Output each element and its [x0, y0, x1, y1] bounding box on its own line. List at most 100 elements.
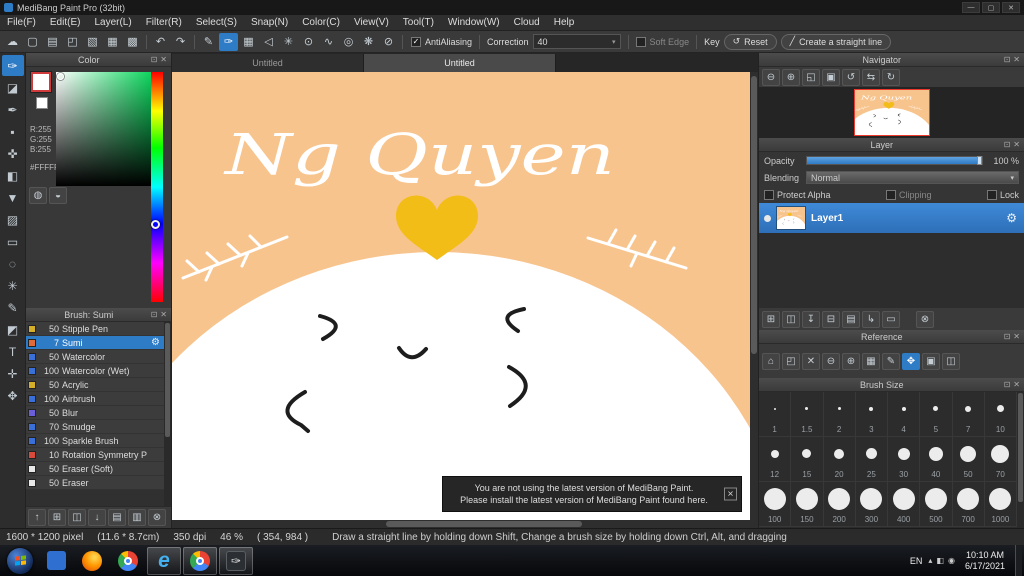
folder-icon[interactable]: ▤: [108, 509, 126, 526]
brush-size-item[interactable]: 2: [823, 392, 856, 437]
move-layer-icon[interactable]: ↳: [862, 310, 880, 328]
cloud-icon[interactable]: ☁: [3, 33, 22, 51]
ref-zoom-out-icon[interactable]: ⊖: [822, 352, 840, 370]
snap-radial-icon[interactable]: ❋: [359, 33, 378, 51]
rotate-left-icon[interactable]: ↺: [842, 68, 860, 86]
taskbar-clock[interactable]: 10:10 AM 6/17/2021: [961, 550, 1009, 572]
brush-size-item[interactable]: 500: [920, 482, 953, 527]
float-panel-icon[interactable]: ⊡: [1004, 380, 1011, 389]
menu-item-snapn[interactable]: Snap(N): [244, 15, 295, 30]
soft-edge-checkbox[interactable]: [635, 36, 646, 47]
tray-expand-icon[interactable]: ▴: [928, 556, 932, 565]
brush-size-item[interactable]: 150: [791, 482, 824, 527]
gradient-tool[interactable]: ▨: [2, 209, 24, 230]
move-tool[interactable]: ✜: [2, 143, 24, 164]
ref-crop-icon[interactable]: ▣: [922, 352, 940, 370]
snap-off-icon[interactable]: ⊘: [379, 33, 398, 51]
layer-row-layer1[interactable]: Layer1 ⚙: [759, 203, 1024, 233]
float-panel-icon[interactable]: ⊡: [1004, 332, 1011, 341]
zoom-actual-icon[interactable]: ▣: [822, 68, 840, 86]
antialiasing-checkbox[interactable]: ✓: [411, 36, 421, 47]
brush-size-item[interactable]: 1.5: [791, 392, 824, 437]
float-panel-icon[interactable]: ⊡: [151, 310, 158, 319]
canvas-artwork[interactable]: Ng Quyen: [172, 72, 750, 520]
snap-grid-icon[interactable]: ▦: [239, 33, 258, 51]
canvas-vertical-scrollbar[interactable]: [750, 72, 758, 520]
layer-settings-icon[interactable]: ⚙: [1006, 211, 1017, 225]
menu-item-cloud[interactable]: Cloud: [507, 15, 547, 30]
brush-size-item[interactable]: 70: [984, 437, 1017, 482]
hand-tool[interactable]: ✥: [2, 385, 24, 406]
snap-vanishing-icon[interactable]: ⊙: [299, 33, 318, 51]
saturation-value-picker[interactable]: [56, 72, 156, 186]
menu-item-colorc[interactable]: Color(C): [295, 15, 347, 30]
show-desktop-button[interactable]: [1015, 545, 1022, 576]
dot-tool[interactable]: ▪: [2, 121, 24, 142]
taskbar-app-chrome-2[interactable]: [183, 546, 217, 575]
scrollbar-thumb[interactable]: [751, 76, 757, 354]
maximize-button[interactable]: ▢: [982, 2, 1000, 13]
brush-tool[interactable]: ✑: [1, 55, 24, 76]
menu-item-filterr[interactable]: Filter(R): [139, 15, 189, 30]
close-panel-icon[interactable]: ✕: [1013, 55, 1020, 64]
zoom-in-icon[interactable]: ⊕: [782, 68, 800, 86]
brush-size-item[interactable]: 50: [952, 437, 985, 482]
undo-icon[interactable]: ↶: [151, 33, 170, 51]
brush-item[interactable]: 10 Rotation Symmetry P: [26, 448, 164, 462]
reset-button[interactable]: ↺ Reset: [723, 33, 777, 50]
clipping-checkbox[interactable]: [886, 189, 896, 200]
brush-item[interactable]: 50 Acrylic: [26, 378, 164, 392]
eraser-tool[interactable]: ◪: [2, 77, 24, 98]
text-tool[interactable]: T: [2, 341, 24, 362]
fill-tool[interactable]: ◧: [2, 165, 24, 186]
brush-size-scrollbar[interactable]: [1017, 392, 1024, 528]
delete-brush-icon[interactable]: ⊗: [148, 509, 166, 526]
navigator-view-rect[interactable]: [853, 89, 930, 136]
select-eraser-tool[interactable]: ◩: [2, 319, 24, 340]
redo-icon[interactable]: ↷: [171, 33, 190, 51]
foreground-color-swatch[interactable]: [31, 72, 51, 92]
snap-curve-icon[interactable]: ∿: [319, 33, 338, 51]
taskbar-app-blue[interactable]: [39, 547, 73, 575]
ref-zoom-in-icon[interactable]: ⊕: [842, 352, 860, 370]
brush-size-item[interactable]: 7: [952, 392, 985, 437]
brush-size-item[interactable]: 300: [855, 482, 888, 527]
merge-layer-icon[interactable]: ⊟: [822, 310, 840, 328]
taskbar-app-firefox[interactable]: [75, 547, 109, 575]
brush-size-item[interactable]: 20: [823, 437, 856, 482]
add-layer-icon[interactable]: ⊞: [762, 310, 780, 328]
blending-select[interactable]: Normal ▾: [806, 171, 1019, 184]
brush-size-item[interactable]: 25: [855, 437, 888, 482]
open-ref-icon[interactable]: ◰: [782, 352, 800, 370]
tray-network-icon[interactable]: ◧: [936, 556, 944, 565]
float-panel-icon[interactable]: ⊡: [151, 55, 158, 64]
move-down-icon[interactable]: ↓: [88, 509, 106, 526]
snap-ellipse-icon[interactable]: ◎: [339, 33, 358, 51]
opacity-slider[interactable]: [806, 156, 983, 165]
brush-size-item[interactable]: 200: [823, 482, 856, 527]
brush-size-item[interactable]: 15: [791, 437, 824, 482]
document-tab-1[interactable]: Untitled: [172, 54, 364, 72]
scroll-top-icon[interactable]: ↑: [28, 509, 46, 526]
brush-item[interactable]: 50 Eraser (Soft): [26, 462, 164, 476]
folder-open-icon[interactable]: ▥: [128, 509, 146, 526]
background-color-swatch[interactable]: [36, 97, 48, 109]
color-wheel-icon[interactable]: ◍: [29, 187, 47, 204]
palette-icon[interactable]: ◒: [49, 187, 67, 204]
navigator-thumbnail[interactable]: [853, 89, 930, 136]
brush-item[interactable]: 70 Smudge: [26, 420, 164, 434]
layer-visibility-icon[interactable]: [764, 214, 771, 222]
brush-size-item[interactable]: 5: [920, 392, 953, 437]
scrollbar-thumb[interactable]: [165, 323, 170, 438]
taskbar-app-medibang[interactable]: ✑: [219, 546, 253, 575]
brush-item[interactable]: 100 Watercolor (Wet): [26, 364, 164, 378]
snap-crisscross-icon[interactable]: ✳: [279, 33, 298, 51]
bucket-tool[interactable]: ▼: [2, 187, 24, 208]
brush-item[interactable]: 100 Airbrush: [26, 392, 164, 406]
menu-item-filef[interactable]: File(F): [0, 15, 43, 30]
menu-item-selects[interactable]: Select(S): [189, 15, 244, 30]
new-canvas-icon[interactable]: ▢: [23, 33, 42, 51]
float-panel-icon[interactable]: ⊡: [1004, 55, 1011, 64]
brush-item[interactable]: 100 Sparkle Brush: [26, 434, 164, 448]
close-button[interactable]: ✕: [1002, 2, 1020, 13]
